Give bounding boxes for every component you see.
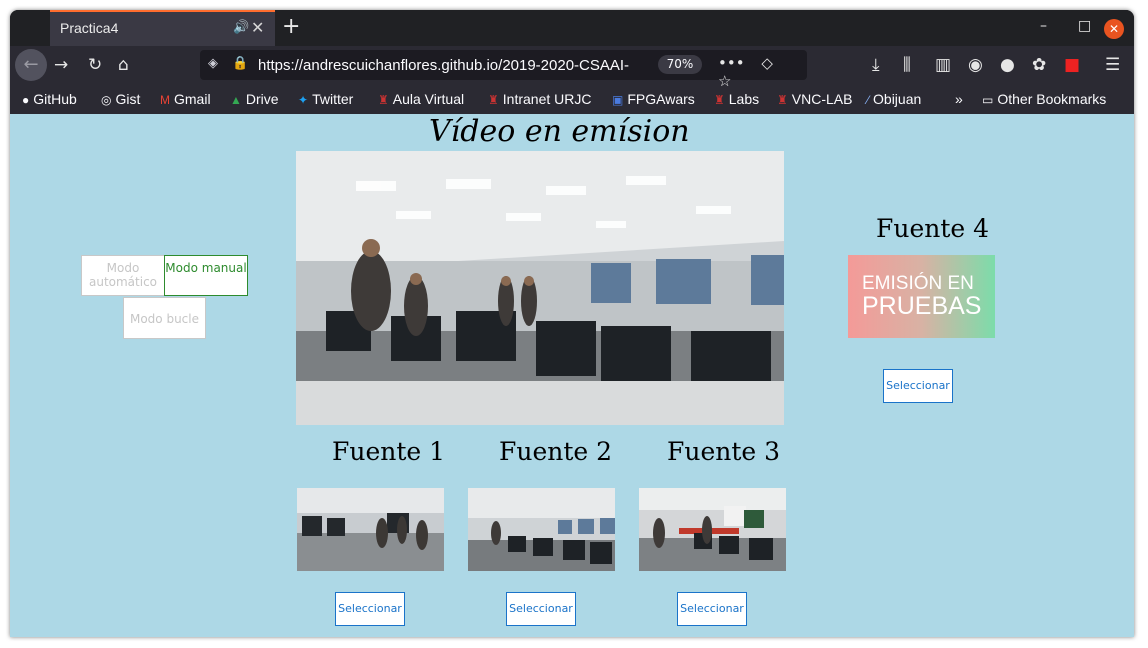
bookmarks-bar: ● GitHub ◎ Gist M Gmail ▲ Drive ✦ Twitter ♜ Au… [10, 86, 1134, 114]
github-icon: ● [22, 93, 30, 107]
browser-window: Practica4 🔊 ✕ + – □ ✕ ← → ↻ ⌂ ◈ 🔒 https:… [10, 10, 1134, 637]
source-3-title: Fuente 3 [667, 437, 781, 466]
bookmark-gist[interactable]: ◎ Gist [101, 91, 140, 107]
tab-strip: Practica4 🔊 ✕ + – □ ✕ [10, 10, 1134, 46]
select-source-3-button[interactable]: Seleccionar [677, 592, 747, 626]
gmail-icon: M [160, 93, 170, 107]
tab-active[interactable]: Practica4 🔊 ✕ [50, 10, 275, 46]
nav-toolbar: ← → ↻ ⌂ ◈ 🔒 https://andrescuichanflores.… [10, 46, 1134, 90]
select-source-2-button[interactable]: Seleccionar [506, 592, 576, 626]
pocket-icon[interactable]: ◇ [761, 54, 773, 72]
url-bar[interactable]: ◈ 🔒 https://andrescuichanflores.github.i… [200, 50, 807, 90]
url-actions: ••• ◇ ☆ [718, 54, 807, 90]
chevron-right-icon[interactable]: » [955, 91, 963, 107]
zoom-indicator[interactable]: 70% [658, 55, 702, 74]
url-text[interactable]: https://andrescuichanflores.github.io/20… [258, 57, 653, 74]
folder-icon: ▭ [982, 93, 994, 107]
sidebar-icon[interactable]: ▥ [935, 55, 951, 75]
bookmark-github[interactable]: ● GitHub [22, 91, 77, 107]
shield-icon[interactable]: ◈ [208, 56, 218, 71]
fpgawars-icon: ▣ [612, 93, 624, 107]
extension-disc-icon[interactable]: ◉ [968, 55, 983, 75]
close-icon[interactable]: ✕ [251, 18, 264, 37]
bookmark-other[interactable]: ▭ Other Bookmarks [982, 91, 1106, 107]
bookmark-intranet-urjc[interactable]: ♜ Intranet URJC [488, 91, 591, 107]
library-icon[interactable]: ⫼ [903, 55, 911, 75]
minimize-button[interactable]: – [1040, 18, 1047, 34]
bookmark-vnc-lab[interactable]: ♜ VNC-LAB [777, 91, 852, 107]
test-card-line-2: PRUEBAS [862, 292, 982, 320]
bookmark-fpgawars[interactable]: ▣ FPGAwars [612, 91, 695, 107]
slash-icon: ⁄ [867, 93, 870, 107]
bookmark-aula-virtual[interactable]: ♜ Aula Virtual [378, 91, 464, 107]
source-4-title: Fuente 4 [876, 214, 990, 243]
maximize-button[interactable]: □ [1078, 18, 1091, 34]
globe-icon: ◎ [101, 93, 112, 107]
bookmark-twitter[interactable]: ✦ Twitter [298, 91, 353, 107]
drive-icon: ▲ [230, 93, 242, 107]
github-icon[interactable]: ● [1000, 55, 1015, 75]
source-1-title: Fuente 1 [332, 437, 446, 466]
page-title: Vídeo en emísion [429, 114, 690, 149]
new-tab-button[interactable]: + [282, 14, 300, 40]
gnome-icon[interactable]: ✿ [1032, 55, 1046, 75]
select-source-1-button[interactable]: Seleccionar [335, 592, 405, 626]
bookmark-gmail[interactable]: M Gmail [160, 91, 211, 107]
source-4-test-card[interactable]: EMISIÓN EN PRUEBAS [848, 255, 995, 338]
urjc-icon: ♜ [488, 93, 499, 107]
bookmark-obijuan[interactable]: ⁄ Obijuan [867, 91, 921, 107]
bookmark-drive[interactable]: ▲ Drive [230, 91, 279, 107]
more-icon[interactable]: ••• [718, 54, 745, 72]
tab-title: Practica4 [60, 20, 119, 36]
back-button[interactable]: ← [15, 49, 47, 81]
urjc-icon: ♜ [714, 93, 725, 107]
forward-button[interactable]: → [54, 55, 68, 75]
urjc-icon: ♜ [378, 93, 389, 107]
main-video[interactable] [296, 151, 784, 425]
manual-mode-button[interactable]: Modo manual [164, 255, 248, 296]
speaker-icon[interactable]: 🔊 [233, 20, 249, 35]
download-icon[interactable]: ⤓ [872, 55, 880, 75]
auto-mode-button[interactable]: Modo automático [81, 255, 165, 296]
bookmark-labs[interactable]: ♜ Labs [714, 91, 759, 107]
urjc-icon: ♜ [777, 93, 788, 107]
source-2-video[interactable] [468, 488, 615, 571]
page-content: Vídeo en emísion Modo automático Modo ma… [10, 114, 1134, 637]
extension-red-icon[interactable]: ■ [1064, 55, 1080, 75]
select-source-4-button[interactable]: Seleccionar [883, 369, 953, 403]
reload-button[interactable]: ↻ [88, 55, 102, 75]
source-2-title: Fuente 2 [499, 437, 613, 466]
window-close-button[interactable]: ✕ [1104, 19, 1124, 39]
source-1-video[interactable] [297, 488, 444, 571]
home-button[interactable]: ⌂ [118, 55, 129, 75]
source-3-video[interactable] [639, 488, 786, 571]
lock-icon[interactable]: 🔒 [232, 56, 248, 71]
twitter-icon: ✦ [298, 93, 309, 107]
loop-mode-button[interactable]: Modo bucle [123, 297, 206, 339]
menu-icon[interactable]: ☰ [1105, 55, 1120, 75]
